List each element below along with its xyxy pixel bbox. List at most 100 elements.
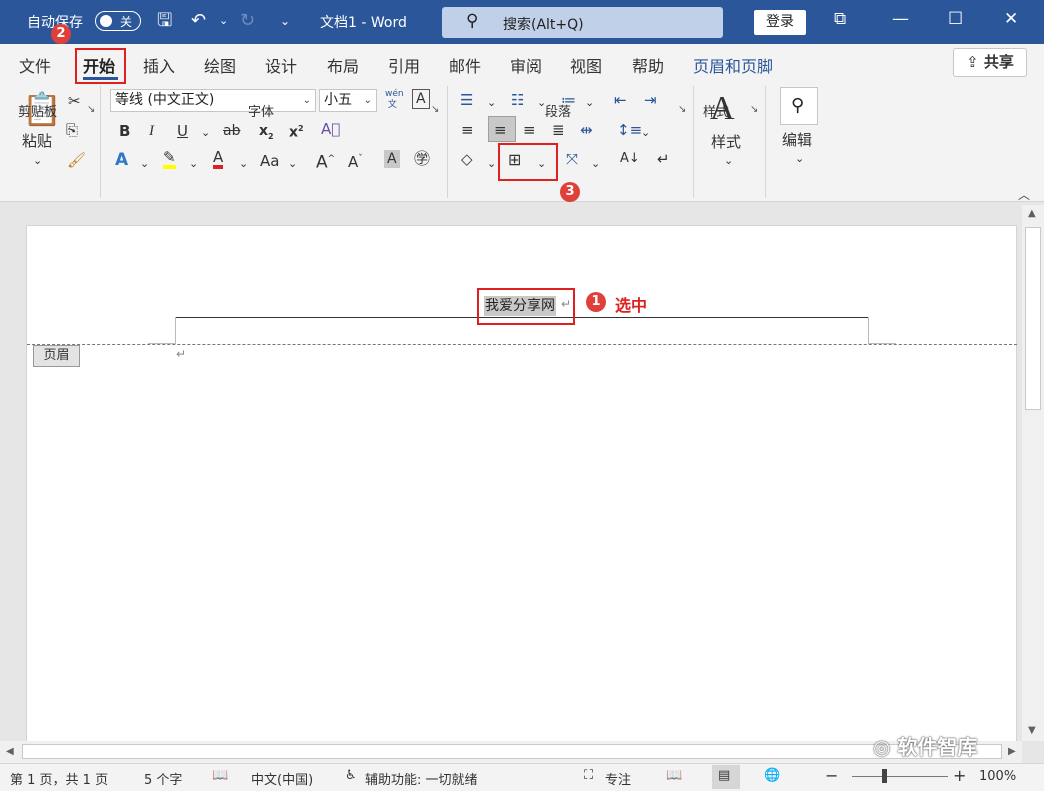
language[interactable]: 中文(中国) xyxy=(251,769,313,788)
clipboard-launcher-icon[interactable]: ↘ xyxy=(87,104,95,115)
page-info[interactable]: 第 1 页，共 1 页 xyxy=(10,769,108,788)
highlight-icon[interactable]: ✎ xyxy=(163,150,176,169)
paste-dropdown-icon[interactable]: ⌄ xyxy=(33,152,42,170)
word-count[interactable]: 5 个字 xyxy=(144,769,182,788)
align-center-icon[interactable]: ≡ xyxy=(494,121,507,139)
save-icon[interactable]: 🖫 xyxy=(157,10,172,32)
zoom-slider-thumb[interactable] xyxy=(882,769,887,783)
justify-icon[interactable]: ≣ xyxy=(552,121,565,139)
align-left-icon[interactable]: ≡ xyxy=(461,121,474,139)
scroll-thumb[interactable] xyxy=(1025,227,1041,410)
tab-references[interactable]: 引用 xyxy=(388,53,420,77)
scroll-left-icon[interactable]: ◀ xyxy=(6,746,14,757)
ribbon-display-icon[interactable]: ⧉ xyxy=(834,9,846,29)
shading-icon[interactable]: ◇ xyxy=(461,150,473,168)
maximize-icon[interactable]: ☐ xyxy=(948,9,963,29)
highlight-dropdown-icon[interactable]: ⌄ xyxy=(189,155,198,173)
text-effects-dropdown-icon[interactable]: ⌄ xyxy=(140,155,149,173)
paste-label[interactable]: 粘贴 xyxy=(22,132,52,150)
zoom-out-icon[interactable]: − xyxy=(825,766,838,785)
zoom-level[interactable]: 100% xyxy=(979,769,1016,784)
bullets-dropdown-icon[interactable]: ⌄ xyxy=(487,94,496,112)
multilevel-dropdown-icon[interactable]: ⌄ xyxy=(585,94,594,112)
accessibility-icon[interactable]: ♿ xyxy=(345,768,357,783)
chinese-layout-icon[interactable]: ⤧ xyxy=(566,150,578,168)
align-right-icon[interactable]: ≡ xyxy=(523,121,536,139)
superscript-icon[interactable]: x2 xyxy=(289,120,304,142)
sort-icon[interactable]: A↓ xyxy=(620,150,640,168)
tab-view[interactable]: 视图 xyxy=(570,53,602,77)
tab-insert[interactable]: 插入 xyxy=(143,53,175,77)
text-effects-icon[interactable]: A xyxy=(115,151,128,169)
scroll-right-icon[interactable]: ▶ xyxy=(1008,746,1016,757)
undo-icon[interactable]: ↶ xyxy=(191,10,206,32)
read-mode-icon[interactable]: 📖 xyxy=(666,768,682,783)
undo-dropdown-icon[interactable]: ⌄ xyxy=(219,10,228,32)
strikethrough-icon[interactable]: ab xyxy=(223,122,240,140)
minimize-icon[interactable]: — xyxy=(892,9,909,29)
tab-design[interactable]: 设计 xyxy=(265,53,297,77)
hscroll-thumb[interactable] xyxy=(22,744,1002,759)
tab-help[interactable]: 帮助 xyxy=(632,53,664,77)
styles-launcher-icon[interactable]: ↘ xyxy=(750,104,758,115)
font-size-select[interactable]: 小五 ⌄ xyxy=(319,89,377,112)
accessibility-status[interactable]: 辅助功能: 一切就绪 xyxy=(365,769,478,788)
change-case-dropdown-icon[interactable]: ⌄ xyxy=(288,155,297,173)
tab-layout[interactable]: 布局 xyxy=(327,53,359,77)
bullets-icon[interactable]: ☰ xyxy=(460,91,473,109)
paragraph-launcher-icon[interactable]: ↘ xyxy=(678,104,686,115)
copy-icon[interactable]: ⎘ xyxy=(66,121,78,139)
share-button[interactable]: ⇪ 共享 xyxy=(953,48,1027,77)
zoom-slider[interactable] xyxy=(852,776,948,777)
distributed-icon[interactable]: ⇹ xyxy=(580,121,593,139)
font-color-dropdown-icon[interactable]: ⌄ xyxy=(239,155,248,173)
grow-font-icon[interactable]: A^ xyxy=(316,150,335,172)
subscript-icon[interactable]: x2 xyxy=(259,122,274,146)
change-case-icon[interactable]: Aa xyxy=(260,152,279,170)
proofing-icon[interactable]: 📖 xyxy=(212,768,228,783)
login-button[interactable]: 登录 xyxy=(754,10,806,35)
underline-dropdown-icon[interactable]: ⌄ xyxy=(201,124,210,142)
char-shading-icon[interactable]: A xyxy=(384,150,400,168)
scroll-up-icon[interactable]: ▲ xyxy=(1028,208,1036,219)
print-layout-icon[interactable]: ▤ xyxy=(718,768,730,783)
numbering-icon[interactable]: ☷ xyxy=(511,91,524,109)
cut-icon[interactable]: ✂ xyxy=(68,92,81,110)
shading-dropdown-icon[interactable]: ⌄ xyxy=(487,155,496,173)
tab-header-footer[interactable]: 页眉和页脚 xyxy=(693,53,773,77)
line-spacing-dropdown-icon[interactable]: ⌄ xyxy=(641,124,650,142)
editing-label[interactable]: 编辑 xyxy=(782,131,812,149)
search-box[interactable]: ⚲ 搜索(Alt+Q) xyxy=(442,7,723,38)
shrink-font-icon[interactable]: Aˇ xyxy=(348,150,363,171)
tab-mailings[interactable]: 邮件 xyxy=(449,53,481,77)
autosave-toggle[interactable]: 关 xyxy=(95,11,141,31)
horizontal-scrollbar[interactable]: ◀ ▶ xyxy=(0,741,1022,763)
clear-formatting-icon[interactable]: A⃫ xyxy=(321,120,340,138)
zoom-in-icon[interactable]: + xyxy=(953,766,966,785)
chinese-layout-dropdown-icon[interactable]: ⌄ xyxy=(591,155,600,173)
phonetic-guide-icon[interactable]: wén 文 xyxy=(385,89,404,111)
bold-icon[interactable]: B xyxy=(119,122,130,140)
close-icon[interactable]: ✕ xyxy=(1004,9,1018,29)
decrease-indent-icon[interactable]: ⇤ xyxy=(614,91,627,109)
char-border-icon[interactable]: A xyxy=(412,89,430,109)
tab-draw[interactable]: 绘图 xyxy=(204,53,236,77)
editing-dropdown-icon[interactable]: ⌄ xyxy=(795,150,804,168)
web-layout-icon[interactable]: 🌐 xyxy=(764,768,780,783)
increase-indent-icon[interactable]: ⇥ xyxy=(644,91,657,109)
styles-label[interactable]: 样式 xyxy=(711,133,741,151)
scroll-down-icon[interactable]: ▼ xyxy=(1028,725,1036,736)
enclose-char-icon[interactable]: ㊫ xyxy=(414,150,430,168)
font-name-select[interactable]: 等线 (中文正文) ⌄ xyxy=(110,89,316,112)
editing-button[interactable]: ⚲ xyxy=(780,87,818,125)
focus-icon[interactable]: ⛶ xyxy=(584,768,593,783)
vertical-scrollbar[interactable]: ▲ ▼ xyxy=(1022,205,1044,741)
font-color-icon[interactable]: A xyxy=(213,150,224,169)
tab-review[interactable]: 审阅 xyxy=(510,53,542,77)
collapse-ribbon-icon[interactable]: ︿ xyxy=(1018,186,1030,203)
styles-dropdown-icon[interactable]: ⌄ xyxy=(724,152,733,170)
focus-label[interactable]: 专注 xyxy=(605,769,631,788)
show-marks-icon[interactable]: ↵ xyxy=(657,150,670,168)
format-painter-icon[interactable]: 🖌 xyxy=(67,151,86,169)
tab-file[interactable]: 文件 xyxy=(19,53,51,77)
